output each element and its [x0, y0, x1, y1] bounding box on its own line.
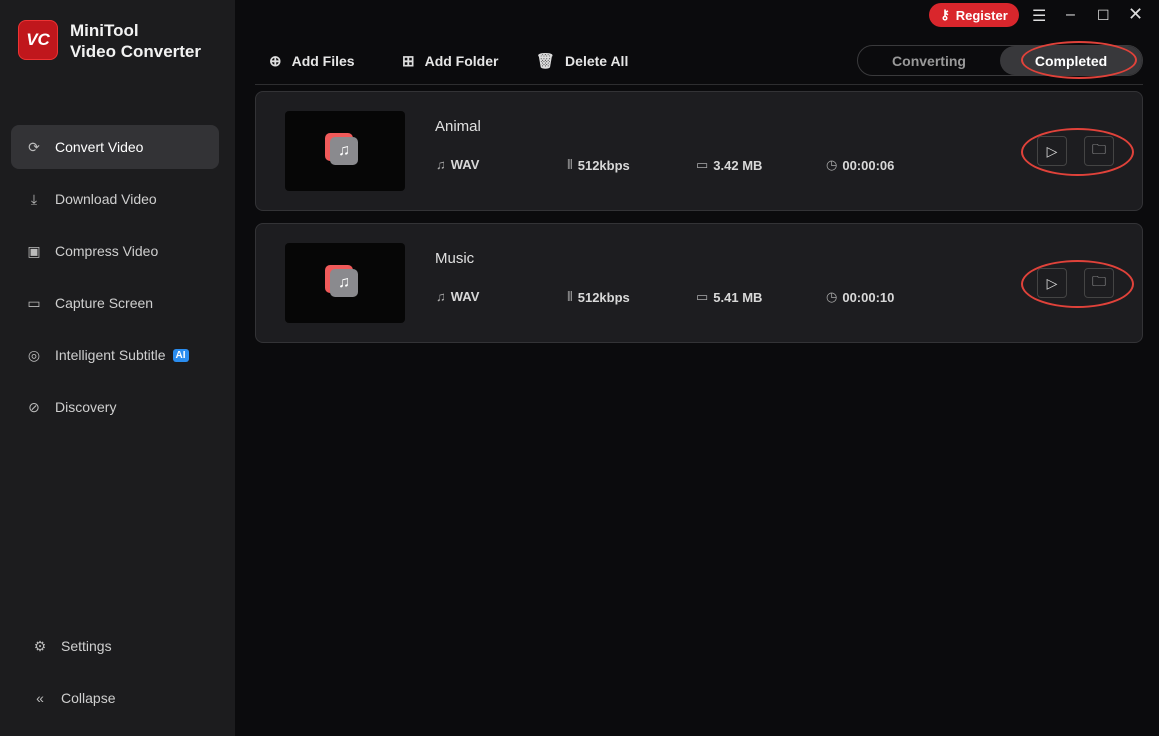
- file-format: ♫WAV: [436, 157, 479, 172]
- app-logo: VC: [18, 20, 58, 60]
- file-size: ▭5.41 MB: [696, 289, 762, 305]
- sidebar-item-discovery[interactable]: ⊘Discovery: [11, 385, 219, 429]
- file-duration: ◷00:00:10: [826, 289, 894, 305]
- folder-icon: ▭: [696, 289, 708, 305]
- minimize-icon[interactable]: –: [1066, 6, 1075, 24]
- annotation-circle: [1021, 260, 1134, 308]
- delete-all-button[interactable]: 🗑Delete All: [536, 52, 628, 70]
- close-icon[interactable]: ✕: [1128, 4, 1143, 25]
- app-name: MiniToolVideo Converter: [70, 20, 201, 62]
- add-folder-button[interactable]: ⊞Add Folder: [402, 52, 498, 70]
- tab-converting[interactable]: Converting: [858, 46, 1000, 75]
- register-button[interactable]: ⚷Register: [929, 3, 1019, 27]
- camera-icon: ▭: [25, 294, 43, 312]
- settings-button[interactable]: ⚙Settings: [17, 624, 225, 668]
- music-icon: ♫: [436, 289, 446, 304]
- trash-icon: 🗑: [536, 52, 555, 70]
- sidebar-item-intelligent-subtitle[interactable]: ◎Intelligent SubtitleAI: [11, 333, 219, 377]
- compress-icon: ▣: [25, 242, 43, 260]
- file-item: ♫ Music ♫WAV ⦀512kbps ▭5.41 MB ◷00:00:10…: [255, 223, 1143, 343]
- collapse-button[interactable]: «Collapse: [17, 676, 225, 720]
- subtitle-icon: ◎: [25, 346, 43, 364]
- compass-icon: ⊘: [25, 398, 43, 416]
- file-name: Music: [435, 250, 474, 267]
- sidebar-item-convert-video[interactable]: ⟳Convert Video: [11, 125, 219, 169]
- file-item: ♫ Animal ♫WAV ⦀512kbps ▭3.42 MB ◷00:00:0…: [255, 91, 1143, 211]
- waveform-icon: ⦀: [567, 289, 573, 305]
- file-bitrate: ⦀512kbps: [567, 289, 630, 305]
- convert-icon: ⟳: [25, 138, 43, 156]
- add-files-button[interactable]: ⊕Add Files: [269, 52, 355, 70]
- music-note-icon: ♫: [330, 269, 358, 297]
- gear-icon: ⚙: [31, 637, 49, 655]
- file-format: ♫WAV: [436, 289, 479, 304]
- sidebar: VC MiniToolVideo Converter ⟳Convert Vide…: [0, 0, 235, 736]
- music-note-icon: ♫: [330, 137, 358, 165]
- ai-badge: AI: [173, 349, 189, 362]
- folder-icon: ▭: [696, 157, 708, 173]
- sidebar-item-download-video[interactable]: ⤓Download Video: [11, 177, 219, 221]
- menu-icon[interactable]: ☰: [1032, 6, 1046, 26]
- clock-icon: ◷: [826, 157, 837, 173]
- thumbnail: ♫: [285, 243, 405, 323]
- music-icon: ♫: [436, 157, 446, 172]
- file-bitrate: ⦀512kbps: [567, 157, 630, 173]
- file-name: Animal: [435, 118, 481, 135]
- sidebar-item-compress-video[interactable]: ▣Compress Video: [11, 229, 219, 273]
- sidebar-item-capture-screen[interactable]: ▭Capture Screen: [11, 281, 219, 325]
- chevron-double-left-icon: «: [31, 689, 49, 707]
- key-icon: ⚷: [940, 7, 950, 23]
- file-duration: ◷00:00:06: [826, 157, 894, 173]
- file-size: ▭3.42 MB: [696, 157, 762, 173]
- maximize-icon[interactable]: ☐: [1097, 7, 1110, 24]
- annotation-circle: [1021, 41, 1137, 79]
- folder-plus-icon: ⊞: [402, 52, 415, 70]
- thumbnail: ♫: [285, 111, 405, 191]
- download-icon: ⤓: [25, 190, 43, 208]
- plus-circle-icon: ⊕: [269, 52, 282, 70]
- waveform-icon: ⦀: [567, 157, 573, 173]
- clock-icon: ◷: [826, 289, 837, 305]
- annotation-circle: [1021, 128, 1134, 176]
